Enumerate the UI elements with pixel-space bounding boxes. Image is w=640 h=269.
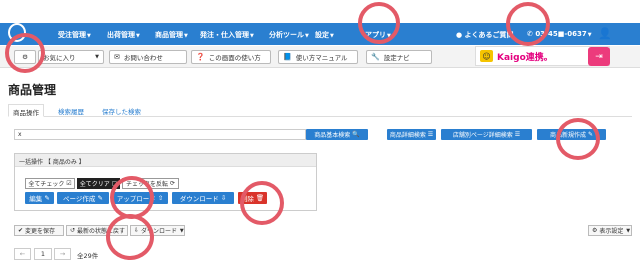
download-button[interactable]: ダウンロード ⇩ bbox=[172, 192, 234, 204]
annotation-ring bbox=[5, 33, 45, 73]
store-page-search-button[interactable]: 店舗別ページ詳細検索 ☰ bbox=[441, 129, 532, 140]
result-count: 全29件 bbox=[77, 252, 99, 260]
pencil-icon: ✎ bbox=[97, 194, 103, 202]
chevron-down-icon: ▼ bbox=[95, 54, 99, 60]
save-changes-button[interactable]: ✔ 変更を保存 bbox=[14, 225, 64, 236]
gear-icon: ⚙ bbox=[592, 227, 598, 234]
list-icon: ☰ bbox=[514, 131, 521, 138]
nav-products[interactable]: 商品管理▼ bbox=[155, 30, 188, 40]
arrow-right-icon: → bbox=[59, 250, 66, 258]
chevron-down-icon: ▼ bbox=[305, 33, 309, 39]
chevron-down-icon: ▼ bbox=[587, 32, 592, 38]
page-number[interactable]: 1 bbox=[34, 248, 52, 260]
annotation-ring bbox=[110, 176, 154, 219]
chevron-down-icon: ▼ bbox=[136, 33, 140, 39]
wrench-icon: 🔧 bbox=[371, 53, 380, 61]
tab-product-operations[interactable]: 商品操作 bbox=[8, 104, 44, 117]
annotation-ring bbox=[240, 181, 284, 225]
chevron-down-icon: ▼ bbox=[250, 33, 254, 39]
annotation-ring bbox=[358, 2, 400, 44]
question-circle-icon: ● bbox=[456, 31, 465, 39]
how-to-button[interactable]: ❓ この画面の使い方 bbox=[191, 50, 271, 64]
kaigo-logo-icon: ☺ bbox=[480, 50, 493, 62]
edit-button[interactable]: 編集 ✎ bbox=[25, 192, 54, 204]
annotation-ring bbox=[106, 214, 154, 260]
undo-icon: ↺ bbox=[70, 227, 76, 234]
favorites-dropdown[interactable]: お気に入り ▼ bbox=[38, 50, 104, 64]
prev-page-button[interactable]: ← bbox=[14, 248, 31, 260]
chevron-down-icon: ▼ bbox=[179, 227, 184, 234]
upload-icon: ⇧ bbox=[157, 194, 164, 202]
book-icon: 📘 bbox=[283, 53, 292, 61]
logout-icon[interactable]: ⇥ bbox=[588, 47, 610, 66]
chevron-down-icon: ▼ bbox=[330, 33, 334, 39]
nav-faq[interactable]: ● よくあるご質問 bbox=[456, 30, 514, 40]
bulk-operations-header: 一括操作 【 商品のみ 】 bbox=[15, 154, 316, 167]
page-title: 商品管理 bbox=[8, 83, 57, 97]
nav-settings[interactable]: 設定▼ bbox=[315, 30, 334, 40]
nav-purchasing[interactable]: 発注・仕入管理▼ bbox=[200, 30, 254, 40]
download-icon: ⇩ bbox=[220, 194, 227, 202]
chevron-down-icon: ▼ bbox=[184, 33, 188, 39]
search-icon: 🔍 bbox=[352, 131, 360, 138]
arrow-left-icon: ← bbox=[19, 250, 26, 258]
navi-button[interactable]: 🔧 設定ナビ bbox=[366, 50, 432, 64]
search-input[interactable]: x bbox=[14, 129, 306, 140]
nav-shipping[interactable]: 出荷管理▼ bbox=[107, 30, 140, 40]
page-create-button[interactable]: ページ作成 ✎ bbox=[57, 192, 109, 204]
list-icon: ☰ bbox=[427, 131, 434, 138]
check-all-button[interactable]: 全てチェック ☑ bbox=[25, 178, 75, 189]
display-settings-dropdown[interactable]: ⚙ 表示設定 ▼ bbox=[588, 225, 632, 236]
next-page-button[interactable]: → bbox=[54, 248, 71, 260]
nav-analytics[interactable]: 分析ツール▼ bbox=[269, 30, 309, 40]
nav-orders[interactable]: 受注管理▼ bbox=[58, 30, 91, 40]
check-icon: ✔ bbox=[18, 227, 24, 234]
manual-button[interactable]: 📘 使い方マニュアル bbox=[278, 50, 358, 64]
tab-search-history[interactable]: 検索履歴 bbox=[54, 104, 88, 117]
annotation-ring bbox=[506, 2, 550, 46]
question-circle-icon: ❓ bbox=[196, 53, 205, 61]
tab-saved-searches[interactable]: 保存した検索 bbox=[98, 104, 145, 117]
chevron-down-icon: ▼ bbox=[626, 227, 631, 234]
pencil-icon: ✎ bbox=[44, 194, 50, 202]
user-icon[interactable]: 👤 bbox=[598, 27, 612, 40]
annotation-ring bbox=[556, 118, 600, 160]
detail-search-button[interactable]: 商品詳細検索 ☰ bbox=[387, 129, 436, 140]
check-icon: ☑ bbox=[66, 180, 72, 187]
basic-search-button[interactable]: 商品基本検索 🔍 bbox=[306, 129, 368, 140]
envelope-icon: ✉ bbox=[114, 53, 120, 61]
chevron-down-icon: ▼ bbox=[87, 33, 91, 39]
refresh-icon: ⟳ bbox=[169, 180, 175, 187]
contact-button[interactable]: ✉ お問い合わせ bbox=[109, 50, 187, 64]
